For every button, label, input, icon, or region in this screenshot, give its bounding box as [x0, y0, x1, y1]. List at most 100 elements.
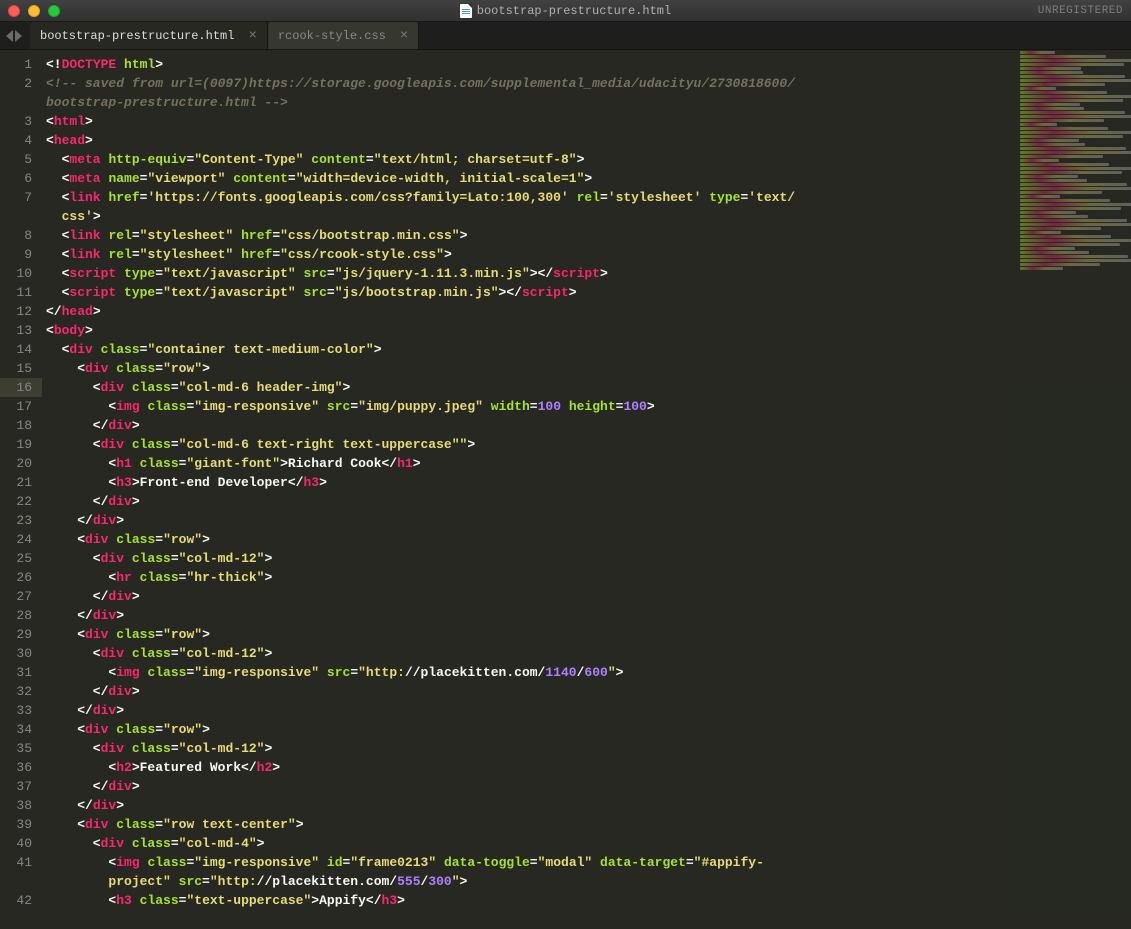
line-number[interactable]: 35 [0, 739, 32, 758]
code-line[interactable]: <img class="img-responsive" id="frame021… [46, 853, 1131, 872]
line-number[interactable]: 33 [0, 701, 32, 720]
code-line[interactable]: <h1 class="giant-font">Richard Cook</h1> [46, 454, 1131, 473]
back-button[interactable] [6, 30, 13, 42]
line-number[interactable]: 2 [0, 74, 32, 93]
code-line[interactable]: project" src="http://placekitten.com/555… [46, 872, 1131, 891]
code-line[interactable]: <h2>Featured Work</h2> [46, 758, 1131, 777]
line-number[interactable] [0, 872, 32, 891]
line-number[interactable]: 4 [0, 131, 32, 150]
line-number[interactable]: 28 [0, 606, 32, 625]
line-number[interactable]: 9 [0, 245, 32, 264]
line-number[interactable]: 42 [0, 891, 32, 910]
line-number[interactable]: 23 [0, 511, 32, 530]
code-line[interactable]: <link rel="stylesheet" href="css/rcook-s… [46, 245, 1131, 264]
line-number[interactable]: 36 [0, 758, 32, 777]
code-line[interactable]: </div> [46, 682, 1131, 701]
code-line[interactable]: <div class="col-md-6 header-img"> [46, 378, 1131, 397]
code-line[interactable]: <meta name="viewport" content="width=dev… [46, 169, 1131, 188]
code-line[interactable]: <div class="col-md-12"> [46, 549, 1131, 568]
code-line[interactable]: <link rel="stylesheet" href="css/bootstr… [46, 226, 1131, 245]
line-number[interactable]: 12 [0, 302, 32, 321]
code-line[interactable]: <div class="col-md-6 text-right text-upp… [46, 435, 1131, 454]
line-number[interactable]: 13 [0, 321, 32, 340]
code-line[interactable]: </div> [46, 416, 1131, 435]
line-number[interactable]: 40 [0, 834, 32, 853]
code-line[interactable]: <div class="col-md-12"> [46, 739, 1131, 758]
line-number[interactable]: 29 [0, 625, 32, 644]
line-number[interactable]: 25 [0, 549, 32, 568]
code-line[interactable]: <meta http-equiv="Content-Type" content=… [46, 150, 1131, 169]
line-number[interactable]: 11 [0, 283, 32, 302]
code-line[interactable]: <div class="col-md-12"> [46, 644, 1131, 663]
code-line[interactable]: bootstrap-prestructure.html --> [46, 93, 1131, 112]
line-number[interactable]: 37 [0, 777, 32, 796]
code-line[interactable]: </div> [46, 701, 1131, 720]
line-number[interactable]: 34 [0, 720, 32, 739]
code-line[interactable]: <link href='https://fonts.googleapis.com… [46, 188, 1131, 207]
code-line[interactable] [46, 910, 1131, 917]
line-number[interactable]: 1 [0, 55, 32, 74]
line-number[interactable]: 22 [0, 492, 32, 511]
line-number[interactable] [0, 910, 32, 929]
forward-button[interactable] [15, 30, 22, 42]
code-line[interactable]: <script type="text/javascript" src="js/j… [46, 264, 1131, 283]
line-number[interactable]: 24 [0, 530, 32, 549]
line-number[interactable]: 16 [0, 378, 42, 397]
line-number[interactable]: 7 [0, 188, 32, 207]
close-icon[interactable]: × [248, 29, 256, 43]
code-line[interactable]: </div> [46, 796, 1131, 815]
code-line[interactable]: <div class="row text-center"> [46, 815, 1131, 834]
line-number[interactable]: 10 [0, 264, 32, 283]
line-number[interactable]: 17 [0, 397, 32, 416]
code-line[interactable]: <!DOCTYPE html> [46, 55, 1131, 74]
code-line[interactable]: </div> [46, 511, 1131, 530]
code-line[interactable]: <div class="container text-medium-color"… [46, 340, 1131, 359]
minimap[interactable] [1016, 50, 1131, 917]
code-line[interactable]: <!-- saved from url=(0097)https://storag… [46, 74, 1131, 93]
line-number[interactable]: 15 [0, 359, 32, 378]
line-number[interactable]: 38 [0, 796, 32, 815]
code-line[interactable]: <div class="row"> [46, 530, 1131, 549]
code-line[interactable]: </head> [46, 302, 1131, 321]
close-icon[interactable]: × [400, 29, 408, 43]
line-number[interactable]: 20 [0, 454, 32, 473]
line-number[interactable]: 14 [0, 340, 32, 359]
code-line[interactable]: </div> [46, 587, 1131, 606]
code-line[interactable]: <h3>Front-end Developer</h3> [46, 473, 1131, 492]
code-line[interactable]: <div class="row"> [46, 359, 1131, 378]
code-area[interactable]: <!DOCTYPE html><!-- saved from url=(0097… [42, 50, 1131, 917]
code-line[interactable]: <hr class="hr-thick"> [46, 568, 1131, 587]
code-line[interactable]: </div> [46, 606, 1131, 625]
line-number[interactable] [0, 93, 32, 112]
line-number[interactable]: 21 [0, 473, 32, 492]
line-number[interactable]: 27 [0, 587, 32, 606]
code-line[interactable]: <div class="row"> [46, 720, 1131, 739]
code-line[interactable]: <html> [46, 112, 1131, 131]
line-number[interactable]: 3 [0, 112, 32, 131]
line-number[interactable]: 41 [0, 853, 32, 872]
line-number[interactable]: 18 [0, 416, 32, 435]
code-line[interactable]: <head> [46, 131, 1131, 150]
code-line[interactable]: <body> [46, 321, 1131, 340]
line-number[interactable]: 30 [0, 644, 32, 663]
code-line[interactable]: <img class="img-responsive" src="img/pup… [46, 397, 1131, 416]
code-line[interactable]: <script type="text/javascript" src="js/b… [46, 283, 1131, 302]
line-number[interactable]: 5 [0, 150, 32, 169]
code-line[interactable]: <h3 class="text-uppercase">Appify</h3> [46, 891, 1131, 910]
code-line[interactable]: <div class="row"> [46, 625, 1131, 644]
code-line[interactable]: </div> [46, 777, 1131, 796]
code-line[interactable]: <div class="col-md-4"> [46, 834, 1131, 853]
line-number[interactable]: 6 [0, 169, 32, 188]
line-number[interactable]: 39 [0, 815, 32, 834]
tab-0[interactable]: bootstrap-prestructure.html× [30, 22, 268, 49]
line-gutter[interactable]: 1234567891011121314151617181920212223242… [0, 50, 42, 917]
line-number[interactable]: 32 [0, 682, 32, 701]
code-line[interactable]: <img class="img-responsive" src="http://… [46, 663, 1131, 682]
line-number[interactable]: 8 [0, 226, 32, 245]
line-number[interactable]: 19 [0, 435, 32, 454]
line-number[interactable]: 26 [0, 568, 32, 587]
code-line[interactable]: css'> [46, 207, 1131, 226]
line-number[interactable] [0, 207, 32, 226]
tab-1[interactable]: rcook-style.css× [268, 22, 419, 49]
line-number[interactable]: 31 [0, 663, 32, 682]
